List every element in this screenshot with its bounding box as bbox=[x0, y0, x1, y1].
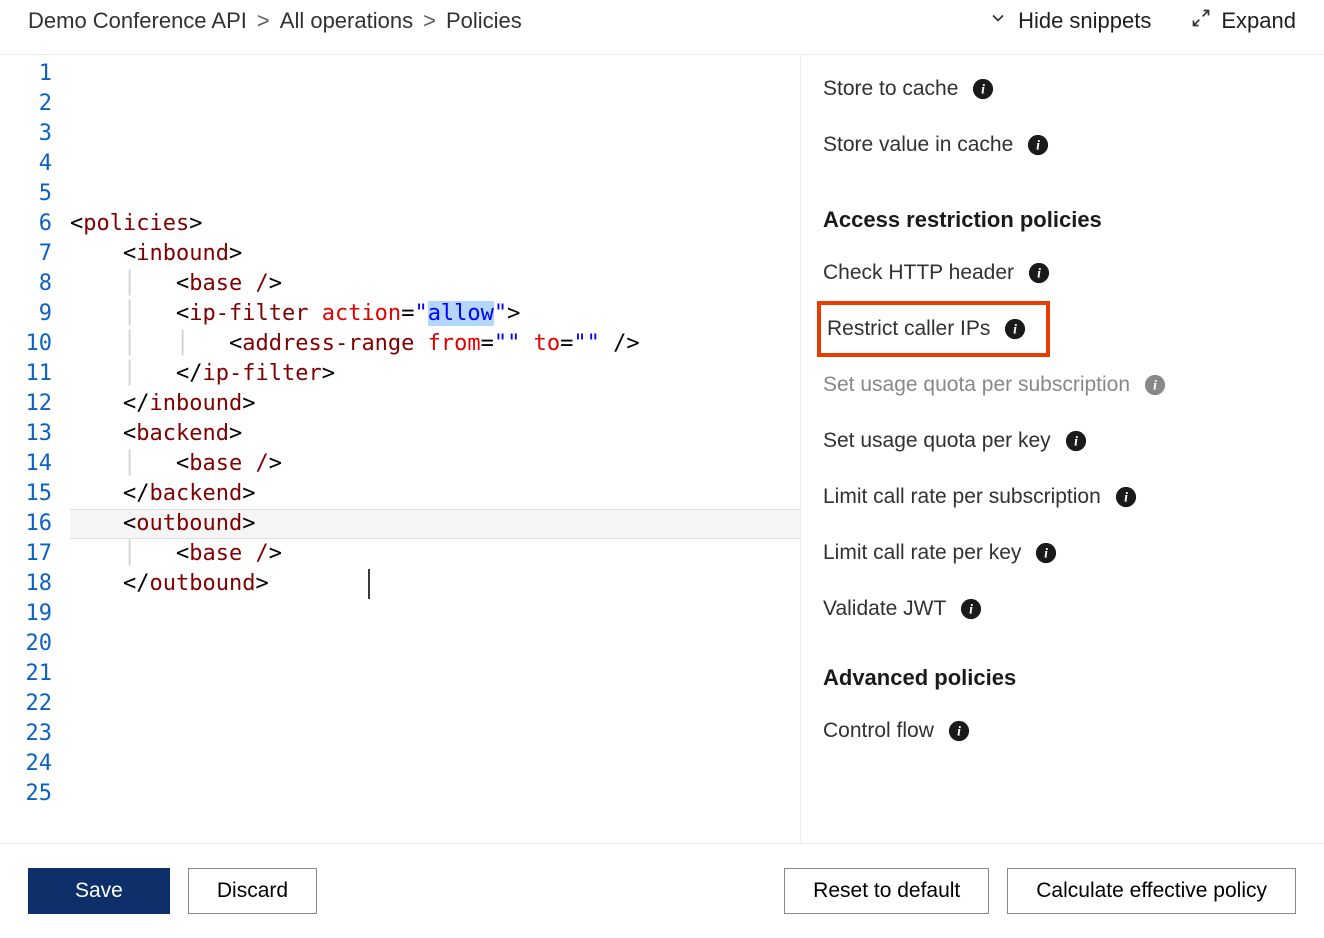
snippet-control-flow[interactable]: Control flow i bbox=[823, 703, 1314, 759]
snippet-label: Limit call rate per key bbox=[823, 541, 1021, 565]
main-area: 1234567891011121314151617181920212223242… bbox=[0, 55, 1324, 843]
svg-text:i: i bbox=[957, 724, 961, 739]
expand-button[interactable]: Expand bbox=[1191, 8, 1296, 34]
info-icon[interactable]: i bbox=[1027, 134, 1049, 156]
info-icon[interactable]: i bbox=[1035, 542, 1057, 564]
code-text: <policies> <inbound> │ <base /> │ <ip-fi… bbox=[70, 179, 800, 599]
reset-to-default-button[interactable]: Reset to default bbox=[784, 868, 989, 914]
save-button[interactable]: Save bbox=[28, 868, 170, 914]
snippet-group-access: Access restriction policies bbox=[805, 173, 1314, 245]
expand-label: Expand bbox=[1221, 8, 1296, 34]
text-cursor bbox=[368, 569, 370, 599]
highlighted-snippet: Restrict caller IPs i bbox=[817, 301, 1050, 357]
discard-button[interactable]: Discard bbox=[188, 868, 317, 914]
snippet-limit-call-rate-subscription[interactable]: Limit call rate per subscription i bbox=[823, 469, 1314, 525]
svg-text:i: i bbox=[1036, 138, 1040, 153]
chevron-down-icon bbox=[988, 8, 1008, 34]
header-bar: Demo Conference API > All operations > P… bbox=[0, 0, 1324, 55]
svg-text:i: i bbox=[1153, 378, 1157, 393]
snippet-store-value-in-cache[interactable]: Store value in cache i bbox=[823, 117, 1314, 173]
hide-snippets-label: Hide snippets bbox=[1018, 8, 1151, 34]
svg-text:i: i bbox=[1037, 266, 1041, 281]
snippet-validate-jwt[interactable]: Validate JWT i bbox=[823, 581, 1314, 637]
footer-bar: Save Discard Reset to default Calculate … bbox=[0, 843, 1324, 938]
code-editor[interactable]: 1234567891011121314151617181920212223242… bbox=[0, 55, 800, 843]
breadcrumb-sep: > bbox=[257, 8, 270, 34]
snippet-check-http-header[interactable]: Check HTTP header i bbox=[823, 245, 1314, 301]
line-gutter: 1234567891011121314151617181920212223242… bbox=[0, 55, 70, 843]
info-icon[interactable]: i bbox=[960, 598, 982, 620]
snippet-set-usage-quota-subscription: Set usage quota per subscription i bbox=[823, 357, 1314, 413]
svg-text:i: i bbox=[1074, 434, 1078, 449]
snippet-group-advanced: Advanced policies bbox=[805, 637, 1314, 703]
snippet-label: Validate JWT bbox=[823, 597, 946, 621]
snippet-label: Restrict caller IPs bbox=[827, 317, 990, 341]
info-icon[interactable]: i bbox=[972, 78, 994, 100]
expand-icon bbox=[1191, 8, 1211, 34]
snippet-label: Check HTTP header bbox=[823, 261, 1014, 285]
breadcrumb-page: Policies bbox=[446, 8, 522, 34]
calculate-effective-policy-button[interactable]: Calculate effective policy bbox=[1007, 868, 1296, 914]
breadcrumb-api[interactable]: Demo Conference API bbox=[28, 8, 247, 34]
snippet-label: Store value in cache bbox=[823, 133, 1013, 157]
info-icon: i bbox=[1144, 374, 1166, 396]
info-icon[interactable]: i bbox=[1028, 262, 1050, 284]
info-icon[interactable]: i bbox=[1065, 430, 1087, 452]
breadcrumb-sep: > bbox=[423, 8, 436, 34]
snippet-store-to-cache[interactable]: Store to cache i bbox=[823, 61, 1314, 117]
snippet-label: Set usage quota per key bbox=[823, 429, 1051, 453]
svg-text:i: i bbox=[1044, 546, 1048, 561]
snippet-restrict-caller-ips[interactable]: Restrict caller IPs i bbox=[821, 313, 1026, 345]
info-icon[interactable]: i bbox=[1004, 318, 1026, 340]
breadcrumb-scope[interactable]: All operations bbox=[280, 8, 413, 34]
code-area[interactable]: <policies> <inbound> │ <base /> │ <ip-fi… bbox=[70, 55, 800, 843]
snippet-label: Limit call rate per subscription bbox=[823, 485, 1101, 509]
snippet-label: Store to cache bbox=[823, 77, 958, 101]
header-actions: Hide snippets Expand bbox=[988, 8, 1296, 34]
hide-snippets-button[interactable]: Hide snippets bbox=[988, 8, 1151, 34]
snippet-limit-call-rate-key[interactable]: Limit call rate per key i bbox=[823, 525, 1314, 581]
svg-text:i: i bbox=[982, 82, 986, 97]
svg-text:i: i bbox=[1124, 490, 1128, 505]
snippets-panel: Store to cache i Store value in cache i … bbox=[800, 55, 1324, 843]
snippet-label: Set usage quota per subscription bbox=[823, 373, 1130, 397]
svg-text:i: i bbox=[1013, 322, 1017, 337]
info-icon[interactable]: i bbox=[948, 720, 970, 742]
breadcrumb: Demo Conference API > All operations > P… bbox=[28, 8, 522, 34]
info-icon[interactable]: i bbox=[1115, 486, 1137, 508]
svg-text:i: i bbox=[969, 602, 973, 617]
snippet-set-usage-quota-key[interactable]: Set usage quota per key i bbox=[823, 413, 1314, 469]
snippet-label: Control flow bbox=[823, 719, 934, 743]
